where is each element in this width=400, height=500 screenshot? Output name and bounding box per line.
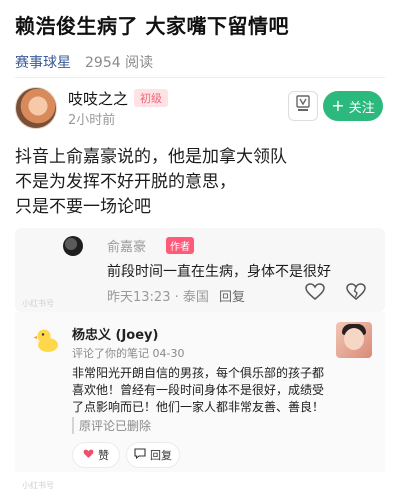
read-count: 2954 阅读 (85, 55, 154, 71)
comment-time: 昨天13:23 · 泰国 (107, 290, 209, 305)
heart-icon[interactable] (305, 283, 325, 305)
comment-subtitle: 评论了你的笔记 04-30 (72, 347, 185, 360)
like-button[interactable]: 赞 (72, 442, 120, 468)
comment-line: 喜欢他！曾经有一段时间身体不是很好，成绩受 (72, 383, 325, 397)
author-avatar[interactable] (15, 87, 57, 129)
broken-heart-icon[interactable] (346, 283, 366, 305)
watermark: 小红书号 (22, 299, 54, 308)
body-line: 不是为发挥不好开脱的意思， (15, 172, 236, 192)
like-label: 赞 (98, 449, 109, 462)
duck-avatar-icon[interactable] (33, 326, 61, 354)
channel-link[interactable]: 赛事球星 (15, 52, 71, 72)
commenter-avatar[interactable] (63, 236, 83, 256)
deleted-notice: 原评论已删除 (72, 417, 151, 434)
article-title: 赖浩俊生病了 大家嘴下留情吧 (15, 14, 289, 38)
emblem-icon (295, 95, 311, 117)
follow-label: 关注 (348, 100, 375, 116)
body-line: 抖音上俞嘉豪说的，他是加拿大领队 (15, 147, 287, 167)
reply-button[interactable]: 回复 (126, 442, 180, 468)
reply-label: 回复 (150, 449, 172, 462)
comment-line: 非常阳光开朗自信的男孩，每个俱乐部的孩子都 (72, 366, 325, 380)
author-badge: 作者 (166, 237, 194, 254)
divider (15, 77, 385, 78)
commenter-name[interactable]: 俞嘉豪 (107, 236, 146, 255)
note-thumbnail[interactable] (336, 322, 372, 358)
heart-icon (83, 449, 94, 462)
level-badge: 初级 (134, 89, 168, 107)
reply-button[interactable]: 回复 (219, 286, 245, 305)
comment-text: 非常阳光开朗自信的男孩，每个俱乐部的孩子都 喜欢他！曾经有一段时间身体不是很好，… (72, 365, 354, 416)
article-meta: 赛事球星 2954 阅读 (15, 52, 153, 72)
follow-button[interactable]: + 关注 (323, 91, 383, 121)
author-name[interactable]: 吱吱之之 (68, 88, 128, 109)
badge-button[interactable] (288, 91, 318, 121)
comment-line: 了点影响而已！他们一家人都非常友善、善良！ (72, 400, 325, 414)
post-time: 2小时前 (68, 113, 116, 128)
body-line: 只是不要一场论吧 (15, 197, 151, 217)
post-body: 抖音上俞嘉豪说的，他是加拿大领队 不是为发挥不好开脱的意思， 只是不要一场论吧 (15, 145, 385, 220)
chat-bubble-icon (134, 448, 146, 462)
watermark: 小红书号 (22, 481, 54, 490)
plus-icon: + (331, 96, 345, 115)
commenter-name[interactable]: 杨忠义 (Joey) (72, 324, 158, 343)
comment-text: 前段时间一直在生病，身体不是很好 (107, 264, 331, 280)
